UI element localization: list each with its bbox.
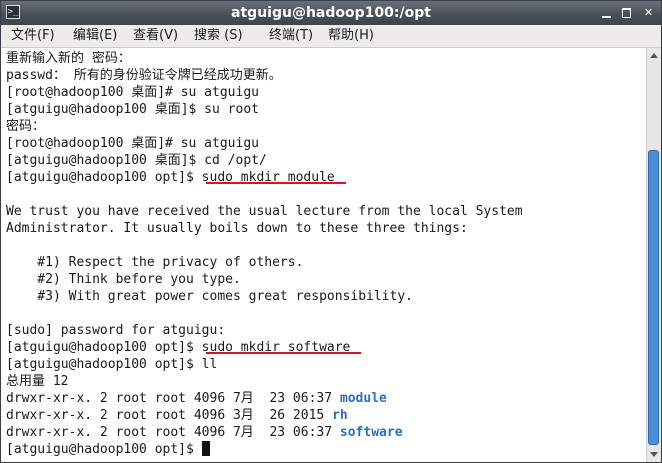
terminal-line: #1) Respect the privacy of others. [6,255,304,270]
directory-name: rh [332,408,348,423]
scroll-up-icon[interactable] [650,53,658,58]
terminal-line: [atguigu@hadoop100 桌面]$ su root [6,102,259,117]
menu-file[interactable]: 文件(F) [11,28,55,44]
terminal-line: [atguigu@hadoop100 桌面]$ cd /opt/ [6,153,267,168]
red-underline-annotation [206,182,346,184]
terminal-line: drwxr-xr-x. 2 root root 4096 7月 23 06:37… [6,390,387,407]
vertical-scrollbar[interactable] [646,48,661,462]
terminal-output[interactable]: 重新输入新的 密码： passwd： 所有的身份验证令牌已经成功更新。 [roo… [1,48,646,462]
shell-prompt: [atguigu@hadoop100 opt]$ [6,170,202,185]
menu-help[interactable]: 帮助(H) [328,28,374,44]
terminal-line: drwxr-xr-x. 2 root root 4096 7月 23 06:37… [6,424,403,441]
listing-meta: drwxr-xr-x. 2 root root 4096 3月 26 2015 [6,408,333,423]
directory-name: module [339,391,387,406]
maximize-icon[interactable] [619,5,634,20]
menu-terminal[interactable]: 终端(T) [269,28,313,44]
scroll-thumb[interactable] [648,150,659,445]
terminal-line: [sudo] password for atguigu: [6,323,226,338]
terminal-line: 重新输入新的 密码： [6,51,131,66]
listing-meta: drwxr-xr-x. 2 root root 4096 7月 23 06:37 [6,425,340,440]
listing-meta: drwxr-xr-x. 2 root root 4096 7月 23 06:37 [6,391,340,406]
terminal-window: >_ atguigu@hadoop100:/opt ✕ 文件(F) 编辑(E) … [0,0,662,463]
window-title: atguigu@hadoop100:/opt [231,5,431,21]
shell-prompt: [atguigu@hadoop100 opt]$ [6,340,202,355]
menu-edit[interactable]: 编辑(E) [73,28,117,44]
terminal-line: 密码： [6,119,46,134]
directory-name: software [339,425,403,440]
terminal-line: [atguigu@hadoop100 opt]$ [6,441,210,458]
terminal-line: Administrator. It usually boils down to … [6,221,468,236]
menu-search[interactable]: 搜索 (S) [194,28,243,44]
title-bar[interactable]: >_ atguigu@hadoop100:/opt ✕ [1,1,661,25]
terminal-line: #2) Think before you type. [6,272,241,287]
menu-bar: 文件(F) 编辑(E) 查看(V) 搜索 (S) 终端(T) 帮助(H) [1,25,661,48]
terminal-line: 总用量 12 [6,374,69,389]
shell-prompt: [atguigu@hadoop100 opt]$ [6,442,202,457]
close-icon[interactable]: ✕ [641,5,656,20]
scroll-down-icon[interactable] [650,452,658,457]
terminal-line: drwxr-xr-x. 2 root root 4096 3月 26 2015 … [6,407,348,424]
terminal-line: passwd： 所有的身份验证令牌已经成功更新。 [6,68,282,83]
terminal-line: #3) With great power comes great respons… [6,289,413,304]
terminal-line: [root@hadoop100 桌面]# su atguigu [6,85,259,100]
red-underline-annotation [206,352,361,354]
text-cursor [201,441,210,456]
terminal-line: We trust you have received the usual lec… [6,204,523,219]
menu-view[interactable]: 查看(V) [133,28,178,44]
minimize-icon[interactable] [599,5,614,20]
terminal-line: [atguigu@hadoop100 opt]$ ll [6,357,218,372]
terminal-line: [root@hadoop100 桌面]# su atguigu [6,136,259,151]
